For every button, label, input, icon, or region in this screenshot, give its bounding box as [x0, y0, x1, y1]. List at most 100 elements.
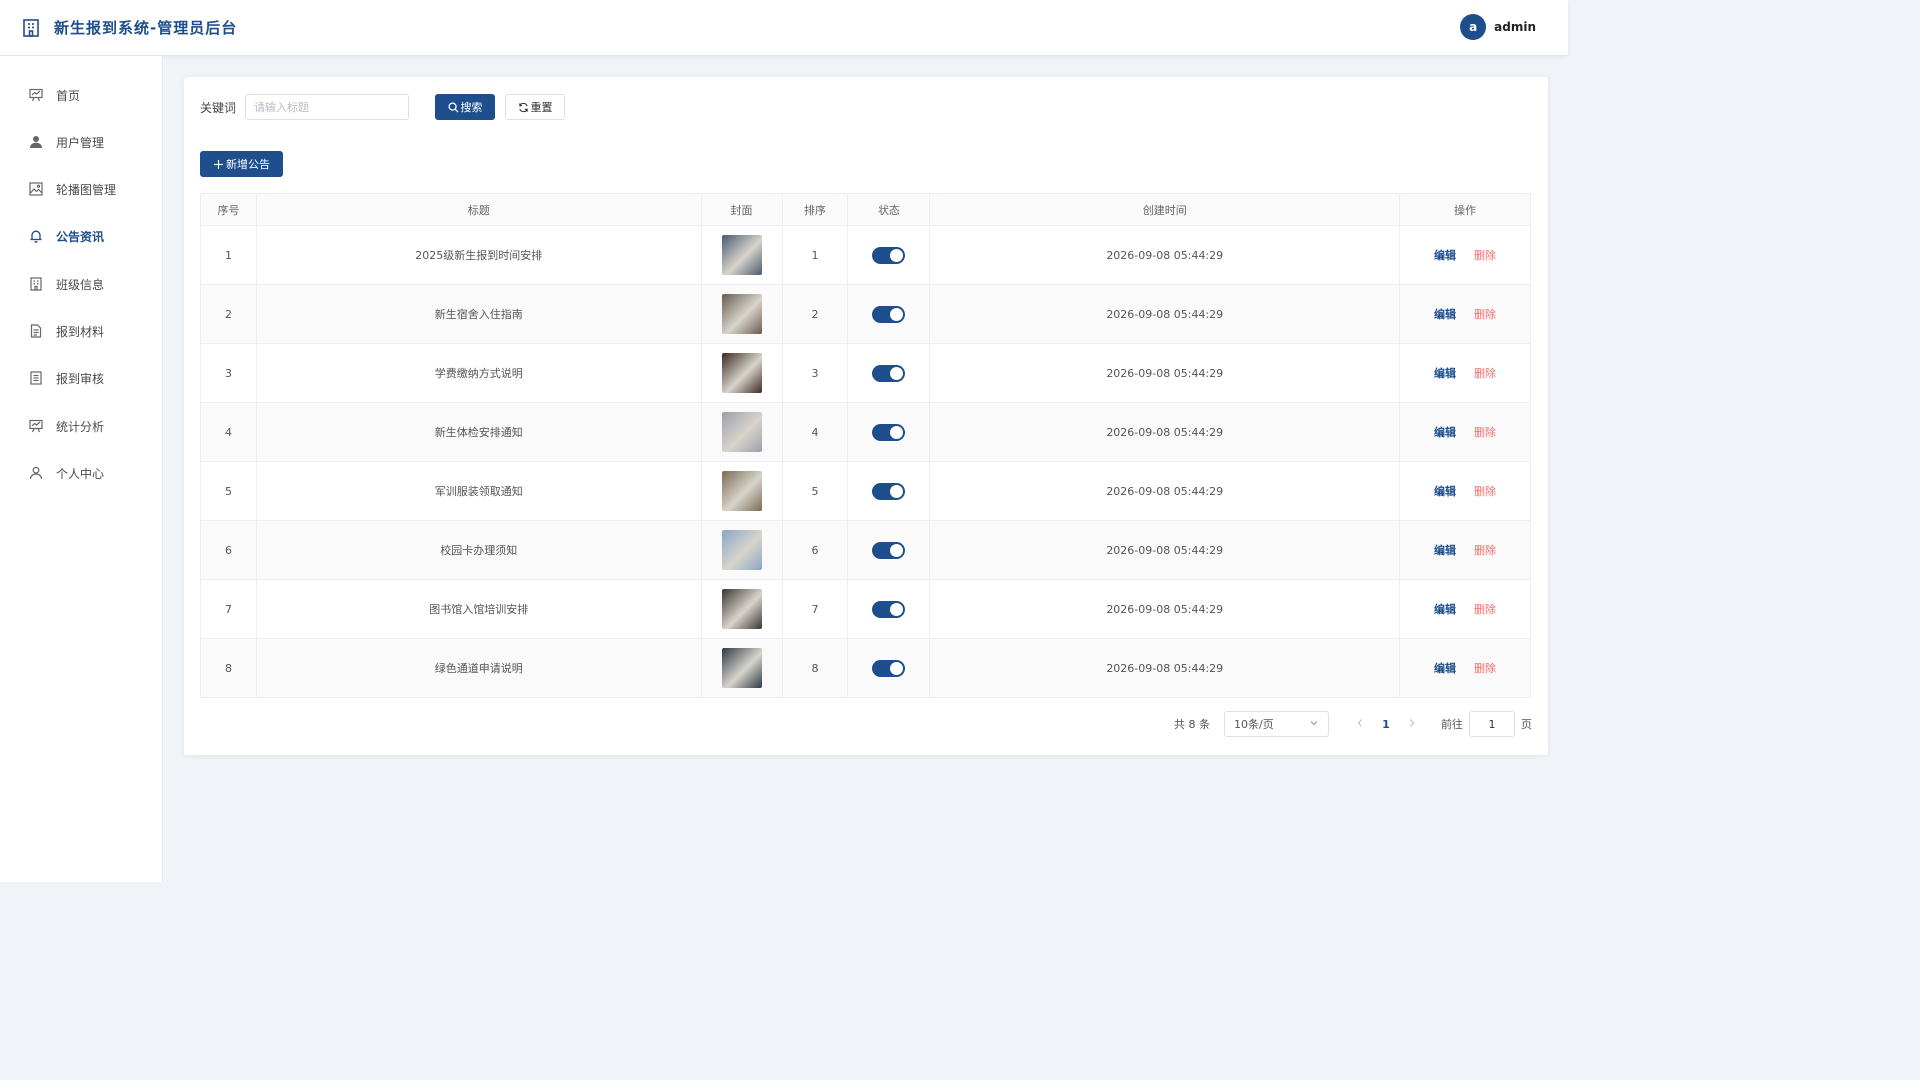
column-header-title: 标题 — [255, 193, 702, 226]
goto-page-input[interactable] — [1469, 711, 1515, 737]
sidebar-item-carousel[interactable]: 轮播图管理 — [0, 169, 162, 209]
cell-title: 2025级新生报到时间安排 — [255, 225, 702, 285]
table-header-row: 序号 标题 封面 排序 状态 创建时间 操作 — [200, 193, 1531, 226]
sidebar-item-label: 个人中心 — [56, 466, 105, 481]
sidebar-item-materials[interactable]: 报到材料 — [0, 311, 162, 351]
sidebar: 首页 用户管理 轮播图管理 公告资讯 班级信息 报到材料 报到审核 统计分析 个… — [0, 56, 163, 882]
edit-link[interactable]: 编辑 — [1434, 662, 1456, 675]
status-toggle[interactable] — [872, 246, 906, 264]
cell-sort: 5 — [781, 461, 849, 521]
bell-icon — [28, 228, 44, 244]
edit-link[interactable]: 编辑 — [1434, 544, 1456, 557]
delete-link[interactable]: 删除 — [1474, 603, 1496, 616]
delete-link[interactable]: 删除 — [1474, 426, 1496, 439]
next-page-button[interactable] — [1399, 718, 1425, 731]
cell-sort: 1 — [781, 225, 849, 285]
delete-link[interactable]: 删除 — [1474, 249, 1496, 262]
sidebar-item-label: 统计分析 — [56, 419, 105, 434]
status-toggle[interactable] — [872, 305, 906, 323]
chevron-right-icon — [1408, 718, 1416, 731]
page-size-select[interactable]: 10条/页 — [1224, 711, 1329, 737]
cell-actions: 编辑 删除 — [1399, 402, 1531, 462]
keyword-input[interactable] — [245, 94, 410, 120]
cell-cover — [700, 284, 783, 344]
presentation-icon — [28, 87, 44, 103]
status-toggle[interactable] — [872, 659, 906, 677]
username[interactable]: admin — [1494, 20, 1536, 34]
add-announcement-button[interactable]: 新增公告 — [200, 151, 283, 177]
cell-status — [847, 343, 931, 403]
cover-thumbnail[interactable] — [721, 471, 762, 511]
table-row: 6 校园卡办理须知 6 2026-09-08 05:44:29 编辑 删除 — [200, 520, 1531, 580]
edit-link[interactable]: 编辑 — [1434, 603, 1456, 616]
cell-sort: 7 — [781, 579, 849, 639]
picture-icon — [28, 181, 44, 197]
sidebar-item-statistics[interactable]: 统计分析 — [0, 406, 162, 446]
goto-label: 前往 — [1441, 718, 1463, 731]
cover-thumbnail[interactable] — [721, 648, 762, 688]
edit-link[interactable]: 编辑 — [1434, 426, 1456, 439]
cell-sort: 8 — [781, 638, 849, 698]
cell-status — [847, 225, 931, 285]
page-size-value: 10条/页 — [1234, 718, 1274, 731]
delete-link[interactable]: 删除 — [1474, 544, 1496, 557]
edit-link[interactable]: 编辑 — [1434, 249, 1456, 262]
delete-link[interactable]: 删除 — [1474, 662, 1496, 675]
search-button[interactable]: 搜索 — [435, 94, 496, 120]
sidebar-item-users[interactable]: 用户管理 — [0, 122, 162, 162]
cell-cover — [700, 402, 783, 462]
cell-title: 新生宿舍入住指南 — [255, 284, 702, 344]
edit-link[interactable]: 编辑 — [1434, 367, 1456, 380]
document-icon — [28, 323, 44, 339]
table-row: 8 绿色通道申请说明 8 2026-09-08 05:44:29 编辑 删除 — [200, 638, 1531, 698]
cell-created: 2026-09-08 05:44:29 — [929, 461, 1401, 521]
user-icon — [28, 134, 44, 150]
cell-created: 2026-09-08 05:44:29 — [929, 520, 1401, 580]
table-row: 1 2025级新生报到时间安排 1 2026-09-08 05:44:29 编辑 删除 — [200, 225, 1531, 285]
avatar[interactable]: a — [1460, 14, 1487, 40]
cell-created: 2026-09-08 05:44:29 — [929, 638, 1401, 698]
delete-link[interactable]: 删除 — [1474, 485, 1496, 498]
column-header-actions: 操作 — [1399, 193, 1531, 226]
cell-index: 8 — [200, 638, 257, 698]
cover-thumbnail[interactable] — [721, 294, 762, 334]
sidebar-item-profile[interactable]: 个人中心 — [0, 453, 162, 493]
prev-page-button[interactable] — [1347, 718, 1373, 731]
page-number-current[interactable]: 1 — [1373, 718, 1399, 731]
delete-link[interactable]: 删除 — [1474, 367, 1496, 380]
cell-created: 2026-09-08 05:44:29 — [929, 402, 1401, 462]
status-toggle[interactable] — [872, 364, 906, 382]
cover-thumbnail[interactable] — [721, 353, 762, 393]
sidebar-item-home[interactable]: 首页 — [0, 75, 162, 115]
cell-cover — [700, 225, 783, 285]
user-menu[interactable]: a admin — [1460, 14, 1536, 40]
status-toggle[interactable] — [872, 482, 906, 500]
edit-link[interactable]: 编辑 — [1434, 308, 1456, 321]
cover-thumbnail[interactable] — [721, 589, 762, 629]
cell-actions: 编辑 删除 — [1399, 225, 1531, 285]
cell-created: 2026-09-08 05:44:29 — [929, 284, 1401, 344]
cell-cover — [700, 461, 783, 521]
cover-thumbnail[interactable] — [721, 235, 762, 275]
sidebar-item-classes[interactable]: 班级信息 — [0, 264, 162, 304]
delete-link[interactable]: 删除 — [1474, 308, 1496, 321]
sidebar-item-announcements[interactable]: 公告资讯 — [0, 216, 162, 256]
column-header-index: 序号 — [200, 193, 257, 226]
table-row: 2 新生宿舍入住指南 2 2026-09-08 05:44:29 编辑 删除 — [200, 284, 1531, 344]
building-icon — [20, 17, 42, 39]
reset-button[interactable]: 重置 — [505, 94, 566, 120]
cell-actions: 编辑 删除 — [1399, 461, 1531, 521]
sidebar-item-review[interactable]: 报到审核 — [0, 358, 162, 398]
cell-created: 2026-09-08 05:44:29 — [929, 225, 1401, 285]
status-toggle[interactable] — [872, 541, 906, 559]
status-toggle[interactable] — [872, 423, 906, 441]
status-toggle[interactable] — [872, 600, 906, 618]
cover-thumbnail[interactable] — [721, 530, 762, 570]
edit-link[interactable]: 编辑 — [1434, 485, 1456, 498]
cell-cover — [700, 638, 783, 698]
cell-title: 学费缴纳方式说明 — [255, 343, 702, 403]
cover-thumbnail[interactable] — [721, 412, 762, 452]
sidebar-item-label: 首页 — [56, 88, 81, 103]
cell-title: 绿色通道申请说明 — [255, 638, 702, 698]
cell-cover — [700, 520, 783, 580]
